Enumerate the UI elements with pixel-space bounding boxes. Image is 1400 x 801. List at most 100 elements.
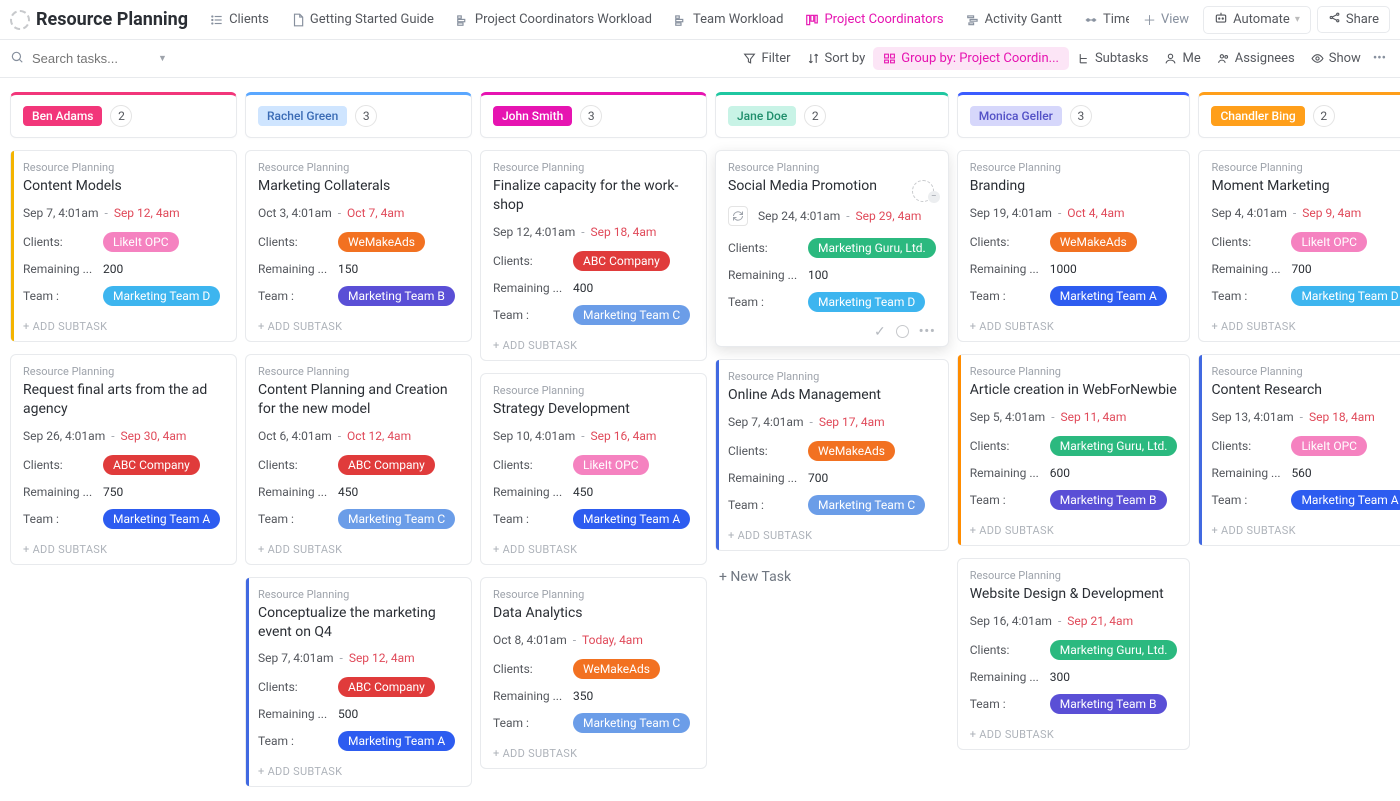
team-label: Team : — [258, 289, 338, 303]
team-chip[interactable]: Marketing Team C — [573, 713, 690, 733]
column-header[interactable]: Ben Adams2 — [10, 92, 237, 138]
team-chip[interactable]: Marketing Team A — [1291, 490, 1400, 510]
team-chip[interactable]: Marketing Team A — [338, 731, 455, 751]
team-chip[interactable]: Marketing Team C — [573, 305, 690, 325]
task-card[interactable]: Resource PlanningContent Planning and Cr… — [245, 354, 472, 565]
share-button[interactable]: Share — [1317, 6, 1390, 33]
tab-clients[interactable]: Clients — [200, 7, 279, 32]
tab-project-coordinators[interactable]: Project Coordinators — [795, 7, 953, 32]
task-card[interactable]: Resource PlanningMarketing CollateralsOc… — [245, 150, 472, 342]
kanban-board: Ben Adams2 Resource PlanningContent Model… — [0, 78, 1400, 801]
task-card[interactable]: Resource PlanningStrategy DevelopmentSep… — [480, 373, 707, 565]
more-icon[interactable]: ••• — [919, 324, 936, 339]
add-subtask-button[interactable]: + ADD SUBTASK — [1211, 520, 1400, 539]
team-chip[interactable]: Marketing Team A — [1050, 286, 1167, 306]
add-subtask-button[interactable]: + ADD SUBTASK — [23, 316, 224, 335]
assignees-button[interactable]: Assignees — [1209, 48, 1303, 69]
show-button[interactable]: Show — [1303, 48, 1369, 69]
task-card[interactable]: Resource PlanningContent ResearchSep 13,… — [1198, 354, 1400, 546]
tab-team-workload[interactable]: Team Workload — [664, 7, 793, 32]
task-card[interactable]: Resource PlanningBrandingSep 19, 4:01am-… — [957, 150, 1191, 342]
add-subtask-button[interactable]: + ADD SUBTASK — [493, 335, 694, 354]
column-header[interactable]: Chandler Bing2 — [1198, 92, 1400, 138]
add-subtask-button[interactable]: + ADD SUBTASK — [728, 525, 936, 544]
add-subtask-button[interactable]: + ADD SUBTASK — [493, 743, 694, 762]
status-circle-icon[interactable] — [896, 325, 909, 338]
add-subtask-button[interactable]: + ADD SUBTASK — [258, 539, 459, 558]
clients-label: Clients: — [970, 643, 1050, 657]
task-card[interactable]: Resource PlanningArticle creation in Web… — [957, 354, 1191, 546]
check-icon[interactable]: ✓ — [874, 324, 886, 340]
automate-button[interactable]: Automate ▾ — [1203, 6, 1311, 34]
client-chip[interactable]: WeMakeAds — [808, 441, 895, 461]
team-chip[interactable]: Marketing Team C — [338, 509, 455, 529]
client-chip[interactable]: WeMakeAds — [338, 232, 425, 252]
client-chip[interactable]: WeMakeAds — [1050, 232, 1137, 252]
task-card[interactable]: Resource PlanningRequest final arts from… — [10, 354, 237, 565]
team-chip[interactable]: Marketing Team A — [103, 509, 220, 529]
client-chip[interactable]: WeMakeAds — [573, 659, 660, 679]
column-header[interactable]: Jane Doe2 — [715, 92, 949, 138]
client-chip[interactable]: LikeIt OPC — [1291, 232, 1367, 252]
groupby-button[interactable]: Group by: Project Coordin... — [873, 47, 1069, 70]
add-subtask-button[interactable]: + ADD SUBTASK — [1211, 316, 1400, 335]
task-card[interactable]: −Resource PlanningSocial Media Promotion… — [715, 150, 949, 347]
team-chip[interactable]: Marketing Team B — [1050, 694, 1167, 714]
tab-getting-started-guide[interactable]: Getting Started Guide — [281, 7, 444, 32]
team-chip[interactable]: Marketing Team D — [1291, 286, 1400, 306]
client-chip[interactable]: ABC Company — [103, 455, 200, 475]
sortby-button[interactable]: Sort by — [799, 48, 874, 69]
add-subtask-button[interactable]: + ADD SUBTASK — [970, 724, 1178, 743]
add-subtask-button[interactable]: + ADD SUBTASK — [970, 520, 1178, 539]
add-subtask-button[interactable]: + ADD SUBTASK — [23, 539, 224, 558]
task-title: Marketing Collaterals — [258, 177, 459, 196]
column-header[interactable]: Rachel Green3 — [245, 92, 472, 138]
add-subtask-button[interactable]: + ADD SUBTASK — [493, 539, 694, 558]
filter-button[interactable]: Filter — [735, 48, 798, 69]
client-chip[interactable]: LikeIt OPC — [103, 232, 179, 252]
column-header[interactable]: John Smith3 — [480, 92, 707, 138]
add-subtask-button[interactable]: + ADD SUBTASK — [258, 316, 459, 335]
team-chip[interactable]: Marketing Team C — [808, 495, 925, 515]
board-icon — [805, 13, 819, 27]
task-card[interactable]: Resource PlanningData AnalyticsOct 8, 4:… — [480, 577, 707, 769]
assignee-placeholder[interactable]: − — [912, 179, 940, 203]
client-chip[interactable]: ABC Company — [338, 455, 435, 475]
team-chip[interactable]: Marketing Team A — [573, 509, 690, 529]
client-chip[interactable]: Marketing Guru, Ltd. — [1050, 640, 1178, 660]
team-chip[interactable]: Marketing Team D — [808, 292, 925, 312]
client-chip[interactable]: ABC Company — [338, 677, 435, 697]
date-range: Oct 6, 4:01am-Oct 12, 4am — [258, 429, 459, 443]
client-chip[interactable]: Marketing Guru, Ltd. — [1050, 436, 1178, 456]
more-options-button[interactable]: ••• — [1369, 51, 1390, 66]
client-chip[interactable]: ABC Company — [573, 251, 670, 271]
client-chip[interactable]: Marketing Guru, Ltd. — [808, 238, 936, 258]
subtasks-button[interactable]: Subtasks — [1069, 48, 1157, 69]
task-card[interactable]: Resource PlanningConceptualize the marke… — [245, 577, 472, 788]
team-chip[interactable]: Marketing Team B — [1050, 490, 1167, 510]
column-header[interactable]: Monica Geller3 — [957, 92, 1191, 138]
client-chip[interactable]: LikeIt OPC — [573, 455, 649, 475]
tab-label: Project Coordinators Workload — [475, 12, 652, 27]
tab-timeline[interactable]: Timeline — [1074, 7, 1129, 32]
chevron-down-icon[interactable]: ▼ — [158, 53, 167, 64]
me-button[interactable]: Me — [1156, 48, 1208, 69]
add-subtask-button[interactable]: + ADD SUBTASK — [258, 761, 459, 780]
task-card[interactable]: Resource PlanningFinalize capacity for t… — [480, 150, 707, 361]
search-input[interactable] — [30, 50, 150, 67]
task-card[interactable]: Resource PlanningContent ModelsSep 7, 4:… — [10, 150, 237, 342]
tab-project-coordinators-workload[interactable]: Project Coordinators Workload — [446, 7, 662, 32]
new-task-button[interactable]: + New Task — [715, 563, 949, 591]
add-subtask-button[interactable]: + ADD SUBTASK — [970, 316, 1178, 335]
task-card[interactable]: Resource PlanningOnline Ads ManagementSe… — [715, 359, 949, 551]
team-label: Team : — [970, 289, 1050, 303]
task-card[interactable]: Resource PlanningWebsite Design & Develo… — [957, 558, 1191, 750]
client-chip[interactable]: LikeIt OPC — [1291, 436, 1367, 456]
task-card[interactable]: Resource PlanningMoment MarketingSep 4, … — [1198, 150, 1400, 342]
add-view-button[interactable]: ＋ View — [1133, 5, 1199, 34]
team-chip[interactable]: Marketing Team B — [338, 286, 455, 306]
clients-label: Clients: — [493, 458, 573, 472]
task-title: Branding — [970, 177, 1178, 196]
team-chip[interactable]: Marketing Team D — [103, 286, 220, 306]
tab-activity-gantt[interactable]: Activity Gantt — [956, 7, 1072, 32]
